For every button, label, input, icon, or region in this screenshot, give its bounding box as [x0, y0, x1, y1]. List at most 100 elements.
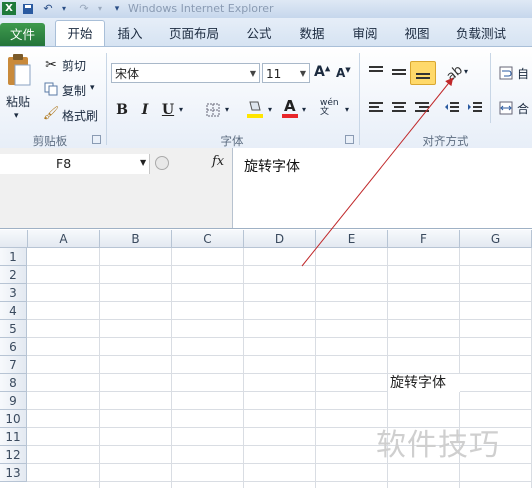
column-header-e[interactable]: E: [316, 230, 388, 248]
svg-text:A: A: [284, 97, 296, 115]
row-header-13[interactable]: 13: [0, 464, 27, 482]
undo-dropdown-icon[interactable]: ▾: [57, 2, 71, 15]
formula-input[interactable]: 旋转字体: [232, 148, 532, 228]
font-launcher-icon[interactable]: [345, 135, 354, 144]
row-header-2[interactable]: 2: [0, 266, 27, 284]
fill-color-icon[interactable]: [246, 99, 264, 119]
tab-review[interactable]: 审阅: [344, 21, 386, 46]
borders-dropdown-icon[interactable]: ▾: [225, 105, 229, 114]
copy-dropdown-icon[interactable]: ▾: [90, 83, 95, 93]
column-header-b[interactable]: B: [100, 230, 172, 248]
gridline: [27, 481, 532, 482]
select-all-corner[interactable]: [0, 230, 28, 248]
format-painter-button[interactable]: 格式刷: [62, 107, 98, 124]
row-header-11[interactable]: 11: [0, 428, 27, 446]
tab-page-layout[interactable]: 页面布局: [163, 21, 225, 46]
column-header-d[interactable]: D: [244, 230, 316, 248]
column-header-a[interactable]: A: [28, 230, 100, 248]
gridline: [27, 409, 532, 410]
font-color-icon[interactable]: A: [281, 97, 299, 119]
redo-icon[interactable]: ↷: [77, 2, 91, 15]
italic-button[interactable]: I: [137, 100, 153, 120]
row-header-12[interactable]: 12: [0, 446, 27, 464]
tab-view[interactable]: 视图: [396, 21, 438, 46]
scissors-icon[interactable]: ✂: [43, 57, 59, 73]
gridline: [27, 355, 532, 356]
font-size-combo[interactable]: 11 ▼: [262, 63, 310, 83]
phonetic-icon[interactable]: wén 文: [320, 99, 339, 117]
row-header-4[interactable]: 4: [0, 302, 27, 320]
name-box-value: F8: [56, 156, 72, 171]
chevron-down-icon[interactable]: ▼: [250, 64, 256, 84]
align-left-icon[interactable]: [367, 99, 385, 117]
undo-icon[interactable]: ↶: [41, 2, 55, 15]
tab-file[interactable]: 文件: [0, 23, 45, 46]
clipboard-launcher-icon[interactable]: [92, 135, 101, 144]
watermark: 软件技巧: [376, 428, 500, 463]
insert-function-icon[interactable]: fx: [212, 154, 224, 169]
format-painter-icon[interactable]: 🖌: [43, 105, 60, 121]
column-header-c[interactable]: C: [172, 230, 244, 248]
copy-button[interactable]: 复制: [62, 82, 86, 99]
formula-input-value: 旋转字体: [244, 159, 300, 175]
decrease-indent-icon[interactable]: [443, 99, 461, 117]
underline-dropdown-icon[interactable]: ▾: [179, 105, 183, 114]
tab-load-test[interactable]: 负载测试: [450, 21, 512, 46]
increase-indent-icon[interactable]: [466, 99, 484, 117]
paste-button[interactable]: 粘贴: [6, 93, 30, 110]
row-header-1[interactable]: 1: [0, 248, 27, 266]
row-header-8[interactable]: 8: [0, 374, 27, 392]
row-header-5[interactable]: 5: [0, 320, 27, 338]
chevron-down-icon[interactable]: ▼: [300, 64, 306, 84]
row-header-7[interactable]: 7: [0, 356, 27, 374]
cut-button[interactable]: 剪切: [62, 57, 86, 74]
formula-bar: F8 ▼ fx 旋转字体: [0, 148, 532, 229]
wrap-text-icon[interactable]: [498, 65, 514, 81]
increase-font-icon[interactable]: A▲: [314, 64, 330, 80]
merge-center-button[interactable]: 合: [517, 100, 529, 117]
name-box[interactable]: F8 ▼: [0, 154, 150, 174]
row-header-3[interactable]: 3: [0, 284, 27, 302]
formula-bar-splitter-icon[interactable]: [155, 156, 169, 170]
column-header-g[interactable]: G: [460, 230, 532, 248]
align-bottom-icon[interactable]: [410, 61, 436, 85]
align-right-icon[interactable]: [413, 99, 431, 117]
gridline: [27, 319, 532, 320]
group-divider: [490, 53, 491, 123]
align-center-icon[interactable]: [390, 99, 408, 117]
row-header-9[interactable]: 9: [0, 392, 27, 410]
redo-dropdown-icon[interactable]: ▾: [93, 2, 107, 15]
save-icon[interactable]: [21, 2, 35, 15]
copy-icon[interactable]: [43, 81, 59, 97]
tab-data[interactable]: 数据: [291, 21, 333, 46]
font-color-dropdown-icon[interactable]: ▾: [302, 105, 306, 114]
orientation-icon[interactable]: ab: [444, 61, 466, 83]
phonetic-dropdown-icon[interactable]: ▾: [345, 105, 349, 114]
decrease-font-icon[interactable]: A▼: [336, 66, 351, 80]
bold-button[interactable]: B: [114, 100, 130, 120]
svg-text:ab: ab: [445, 63, 465, 81]
tab-formulas[interactable]: 公式: [238, 21, 280, 46]
cell-f8[interactable]: 旋转字体: [388, 374, 460, 392]
paste-icon[interactable]: [5, 51, 33, 91]
tab-insert[interactable]: 插入: [110, 21, 150, 46]
customize-toolbar-icon[interactable]: ▾: [110, 2, 124, 15]
paste-dropdown-icon[interactable]: ▾: [14, 111, 19, 121]
window-title: Windows Internet Explorer: [128, 2, 274, 15]
row-header-10[interactable]: 10: [0, 410, 27, 428]
borders-icon[interactable]: [205, 102, 221, 118]
row-header-6[interactable]: 6: [0, 338, 27, 356]
ribbon: 粘贴 ▾ ✂ 剪切 复制 ▾ 🖌 格式刷 剪贴板 宋体 ▼ 11 ▼ A▲ A▼…: [0, 46, 532, 150]
align-middle-icon[interactable]: [390, 63, 408, 81]
fill-color-dropdown-icon[interactable]: ▾: [268, 105, 272, 114]
worksheet-grid[interactable]: ABCDEFG 1 2 3 4 5 6 7 8 9 10 11 12 13 旋转字体 软件技巧: [0, 230, 532, 488]
chevron-down-icon[interactable]: ▼: [140, 158, 146, 167]
merge-center-icon[interactable]: [498, 100, 514, 116]
wrap-text-button[interactable]: 自: [517, 65, 529, 82]
align-top-icon[interactable]: [367, 63, 385, 81]
tab-home[interactable]: 开始: [55, 20, 105, 47]
font-name-combo[interactable]: 宋体 ▼: [111, 63, 260, 83]
column-header-f[interactable]: F: [388, 230, 460, 248]
orientation-dropdown-icon[interactable]: ▾: [464, 67, 468, 76]
underline-button[interactable]: U: [160, 100, 176, 120]
